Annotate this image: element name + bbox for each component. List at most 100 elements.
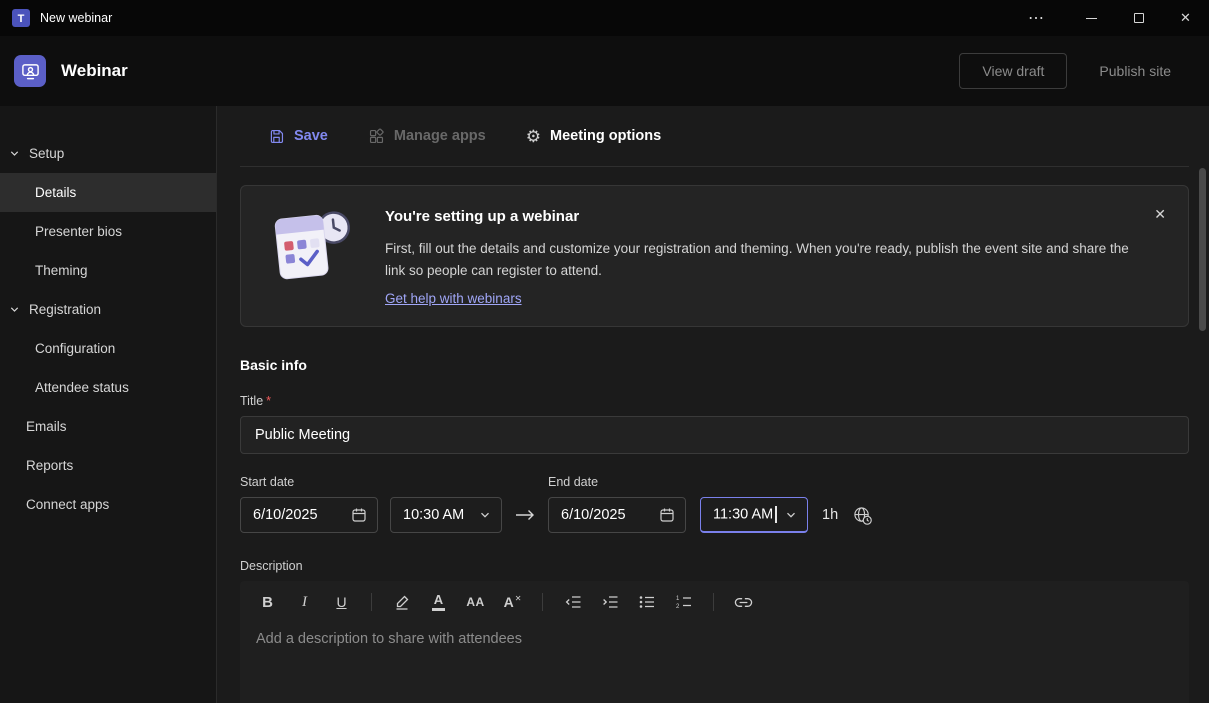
clear-formatting-icon: A✕ (504, 595, 522, 609)
sidebar-group-setup[interactable]: Setup (0, 134, 216, 173)
start-date-picker[interactable]: 6/10/2025 (240, 497, 378, 533)
description-editor: B I U A AA A✕ 12 Add a description to sh… (240, 581, 1189, 703)
sidebar-item-attendee-status[interactable]: Attendee status (0, 368, 216, 407)
sidebar-item-presenter-bios[interactable]: Presenter bios (0, 212, 216, 251)
bullet-list-icon (638, 595, 656, 609)
sidebar-item-reports[interactable]: Reports (0, 446, 216, 485)
chevron-down-icon (785, 509, 797, 521)
view-draft-button[interactable]: View draft (959, 53, 1067, 89)
end-date-label: End date (548, 475, 598, 489)
arrow-right-icon (514, 508, 536, 522)
description-placeholder: Add a description to share with attendee… (256, 631, 522, 647)
command-bar: Save Manage apps ⚙ Meeting options (240, 106, 1189, 167)
chevron-down-icon (479, 509, 491, 521)
sidebar-item-configuration[interactable]: Configuration (0, 329, 216, 368)
page-title: Webinar (61, 61, 128, 81)
publish-site-button[interactable]: Publish site (1093, 53, 1177, 89)
outdent-icon (564, 595, 582, 609)
chevron-down-icon (9, 304, 20, 315)
get-help-link[interactable]: Get help with webinars (385, 291, 522, 306)
bullet-list-button[interactable] (631, 587, 662, 617)
italic-button[interactable]: I (289, 587, 320, 617)
sidebar-item-label: Configuration (35, 341, 115, 356)
sidebar-group-registration[interactable]: Registration (0, 290, 216, 329)
font-size-icon: AA (466, 595, 484, 609)
save-label: Save (294, 128, 328, 144)
svg-text:1: 1 (676, 596, 680, 602)
numbered-list-button[interactable]: 12 (668, 587, 699, 617)
meeting-options-label: Meeting options (550, 128, 661, 144)
end-time-value: 11:30 AM (713, 507, 773, 523)
window-more-button[interactable]: ⋯ (1013, 0, 1060, 36)
italic-icon: I (302, 594, 307, 611)
vertical-scrollbar[interactable] (1199, 168, 1206, 331)
sidebar-item-theming[interactable]: Theming (0, 251, 216, 290)
maximize-icon (1134, 13, 1144, 23)
window-close-button[interactable]: ✕ (1162, 0, 1209, 36)
basic-info-heading: Basic info (240, 357, 1189, 373)
title-input[interactable] (240, 416, 1189, 454)
chevron-down-icon (9, 148, 20, 159)
numbered-list-icon: 12 (675, 595, 693, 609)
link-icon (734, 597, 753, 608)
start-time-picker[interactable]: 10:30 AM (390, 497, 502, 533)
sidebar-group-label: Setup (29, 146, 64, 161)
end-date-value: 6/10/2025 (561, 507, 626, 523)
banner-close-button[interactable]: ✕ (1148, 200, 1172, 229)
info-banner: You're setting up a webinar First, fill … (240, 185, 1189, 327)
description-label: Description (240, 559, 303, 573)
clear-formatting-button[interactable]: A✕ (497, 587, 528, 617)
calendar-clock-illustration (251, 198, 373, 308)
window-titlebar: T New webinar ⋯ ✕ (0, 0, 1209, 36)
toolbar-divider (542, 593, 543, 611)
indent-button[interactable] (594, 587, 625, 617)
manage-apps-button[interactable]: Manage apps (368, 128, 486, 145)
svg-text:T: T (18, 13, 25, 25)
save-button[interactable]: Save (268, 128, 328, 145)
bold-button[interactable]: B (252, 587, 283, 617)
toolbar-divider (713, 593, 714, 611)
window-minimize-button[interactable] (1068, 0, 1115, 36)
end-date-picker[interactable]: 6/10/2025 (548, 497, 686, 533)
indent-icon (601, 595, 619, 609)
banner-title: You're setting up a webinar (385, 208, 1130, 225)
start-date-value: 6/10/2025 (253, 507, 318, 523)
font-size-button[interactable]: AA (460, 587, 491, 617)
sidebar-item-emails[interactable]: Emails (0, 407, 216, 446)
sidebar-item-label: Theming (35, 263, 88, 278)
sidebar-item-connect-apps[interactable]: Connect apps (0, 485, 216, 524)
manage-apps-label: Manage apps (394, 128, 486, 144)
calendar-icon (659, 507, 675, 523)
close-icon: ✕ (1154, 206, 1166, 222)
start-time-value: 10:30 AM (403, 507, 464, 523)
banner-body: First, fill out the details and customiz… (385, 238, 1130, 281)
formatting-toolbar: B I U A AA A✕ 12 (240, 581, 1189, 623)
end-time-picker[interactable]: 11:30 AM (700, 497, 808, 533)
sidebar: Setup Details Presenter bios Theming Reg… (0, 106, 217, 703)
outdent-button[interactable] (557, 587, 588, 617)
highlight-button[interactable] (386, 587, 417, 617)
underline-icon: U (336, 594, 346, 610)
svg-text:2: 2 (676, 604, 680, 609)
title-label: Title (240, 394, 263, 408)
underline-button[interactable]: U (326, 587, 357, 617)
highlighter-icon (394, 594, 410, 610)
gear-icon: ⚙ (526, 128, 541, 145)
timezone-globe-icon[interactable] (853, 506, 872, 525)
required-asterisk: * (266, 394, 271, 408)
meeting-options-button[interactable]: ⚙ Meeting options (526, 128, 661, 145)
toolbar-divider (371, 593, 372, 611)
minimize-icon (1086, 18, 1097, 19)
sidebar-item-label: Reports (26, 458, 73, 473)
app-header: Webinar View draft Publish site (0, 36, 1209, 106)
duration-label: 1h (822, 507, 838, 523)
insert-link-button[interactable] (728, 587, 759, 617)
description-input[interactable]: Add a description to share with attendee… (240, 623, 1189, 703)
font-color-button[interactable]: A (423, 587, 454, 617)
font-color-icon: A (432, 593, 445, 611)
sidebar-item-details[interactable]: Details (0, 173, 216, 212)
window-maximize-button[interactable] (1115, 0, 1162, 36)
text-caret (775, 506, 777, 523)
more-options-icon: ⋯ (1028, 8, 1045, 28)
teams-logo-icon: T (12, 9, 30, 27)
